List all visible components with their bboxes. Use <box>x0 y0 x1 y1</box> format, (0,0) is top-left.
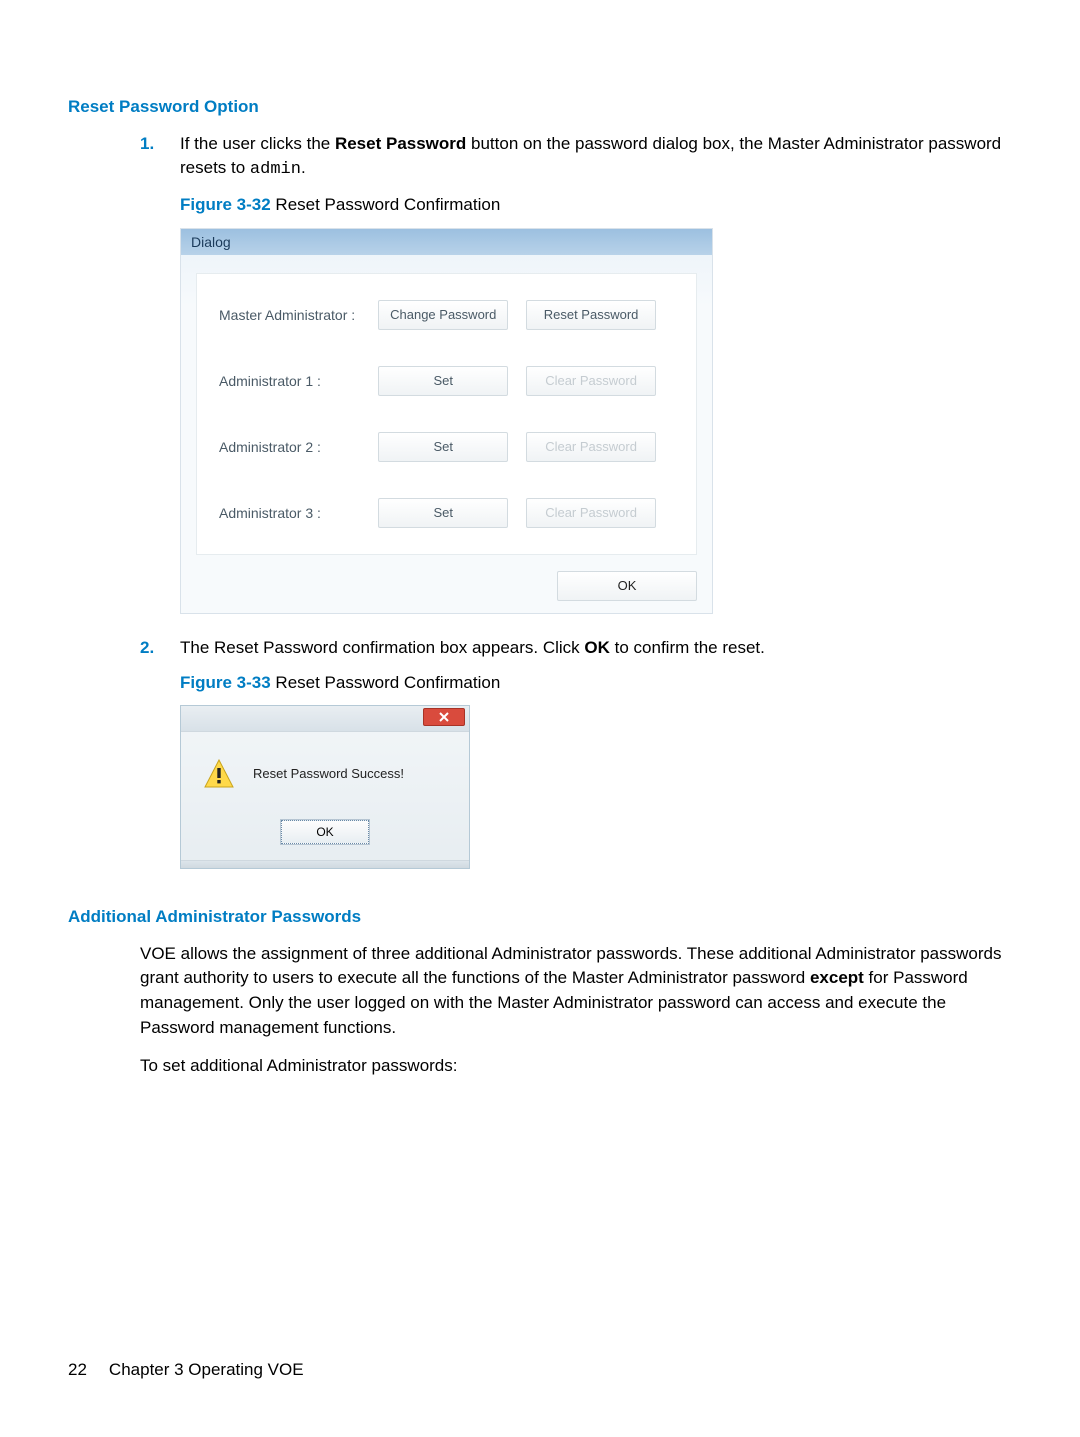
heading-additional-admin-passwords: Additional Administrator Passwords <box>68 905 1012 930</box>
figure-title: Reset Password Confirmation <box>271 195 501 214</box>
set-button[interactable]: Set <box>378 366 508 396</box>
figure-caption: Figure 3-33 Reset Password Confirmation <box>180 671 1012 696</box>
clear-password-button[interactable]: Clear Password <box>526 366 656 396</box>
page-number: 22 <box>68 1360 87 1379</box>
set-button[interactable]: Set <box>378 498 508 528</box>
password-dialog: Dialog Master Administrator : Change Pas… <box>180 228 713 614</box>
figure-label: Figure 3-32 <box>180 195 271 214</box>
figure-caption: Figure 3-32 Reset Password Confirmation <box>180 193 1012 218</box>
close-icon <box>439 712 449 722</box>
clear-password-button[interactable]: Clear Password <box>526 432 656 462</box>
set-button[interactable]: Set <box>378 432 508 462</box>
step2-text-bold: OK <box>584 638 610 657</box>
confirmation-dialog: Reset Password Success! OK <box>180 705 470 869</box>
step1-text-bold: Reset Password <box>335 134 466 153</box>
dialog-row: Administrator 2 : Set Clear Password <box>197 414 696 480</box>
step1-text-a: If the user clicks the <box>180 134 335 153</box>
change-password-button[interactable]: Change Password <box>378 300 508 330</box>
list-item: 2. The Reset Password confirmation box a… <box>140 636 1012 897</box>
row-label: Master Administrator : <box>219 305 378 325</box>
clear-password-button[interactable]: Clear Password <box>526 498 656 528</box>
step1-text-mono: admin <box>250 160 301 179</box>
paragraph: VOE allows the assignment of three addit… <box>140 942 1012 1041</box>
list-marker: 2. <box>140 636 180 897</box>
row-label: Administrator 1 : <box>219 371 378 391</box>
dialog-title: Dialog <box>181 229 712 255</box>
dialog-row: Administrator 3 : Set Clear Password <box>197 480 696 546</box>
dialog-row: Administrator 1 : Set Clear Password <box>197 348 696 414</box>
list-item: 1. If the user clicks the Reset Password… <box>140 132 1012 628</box>
chapter-title: Chapter 3 Operating VOE <box>109 1360 304 1379</box>
step1-text-c: . <box>301 158 306 177</box>
dialog-row: Master Administrator : Change Password R… <box>197 282 696 348</box>
confirmation-text: Reset Password Success! <box>253 765 404 784</box>
paragraph: To set additional Administrator password… <box>140 1054 1012 1079</box>
figure-title: Reset Password Confirmation <box>271 673 501 692</box>
step2-text-b: to confirm the reset. <box>610 638 765 657</box>
heading-reset-password-option: Reset Password Option <box>68 95 1012 120</box>
reset-password-button[interactable]: Reset Password <box>526 300 656 330</box>
para-bold: except <box>810 968 864 987</box>
figure-label: Figure 3-33 <box>180 673 271 692</box>
row-label: Administrator 3 : <box>219 503 378 523</box>
row-label: Administrator 2 : <box>219 437 378 457</box>
ok-button[interactable]: OK <box>281 820 369 844</box>
list-marker: 1. <box>140 132 180 628</box>
close-button[interactable] <box>423 708 465 726</box>
page-footer: 22 Chapter 3 Operating VOE <box>68 1358 304 1383</box>
warning-icon <box>203 758 235 790</box>
step2-text-a: The Reset Password confirmation box appe… <box>180 638 584 657</box>
ok-button[interactable]: OK <box>557 571 697 601</box>
